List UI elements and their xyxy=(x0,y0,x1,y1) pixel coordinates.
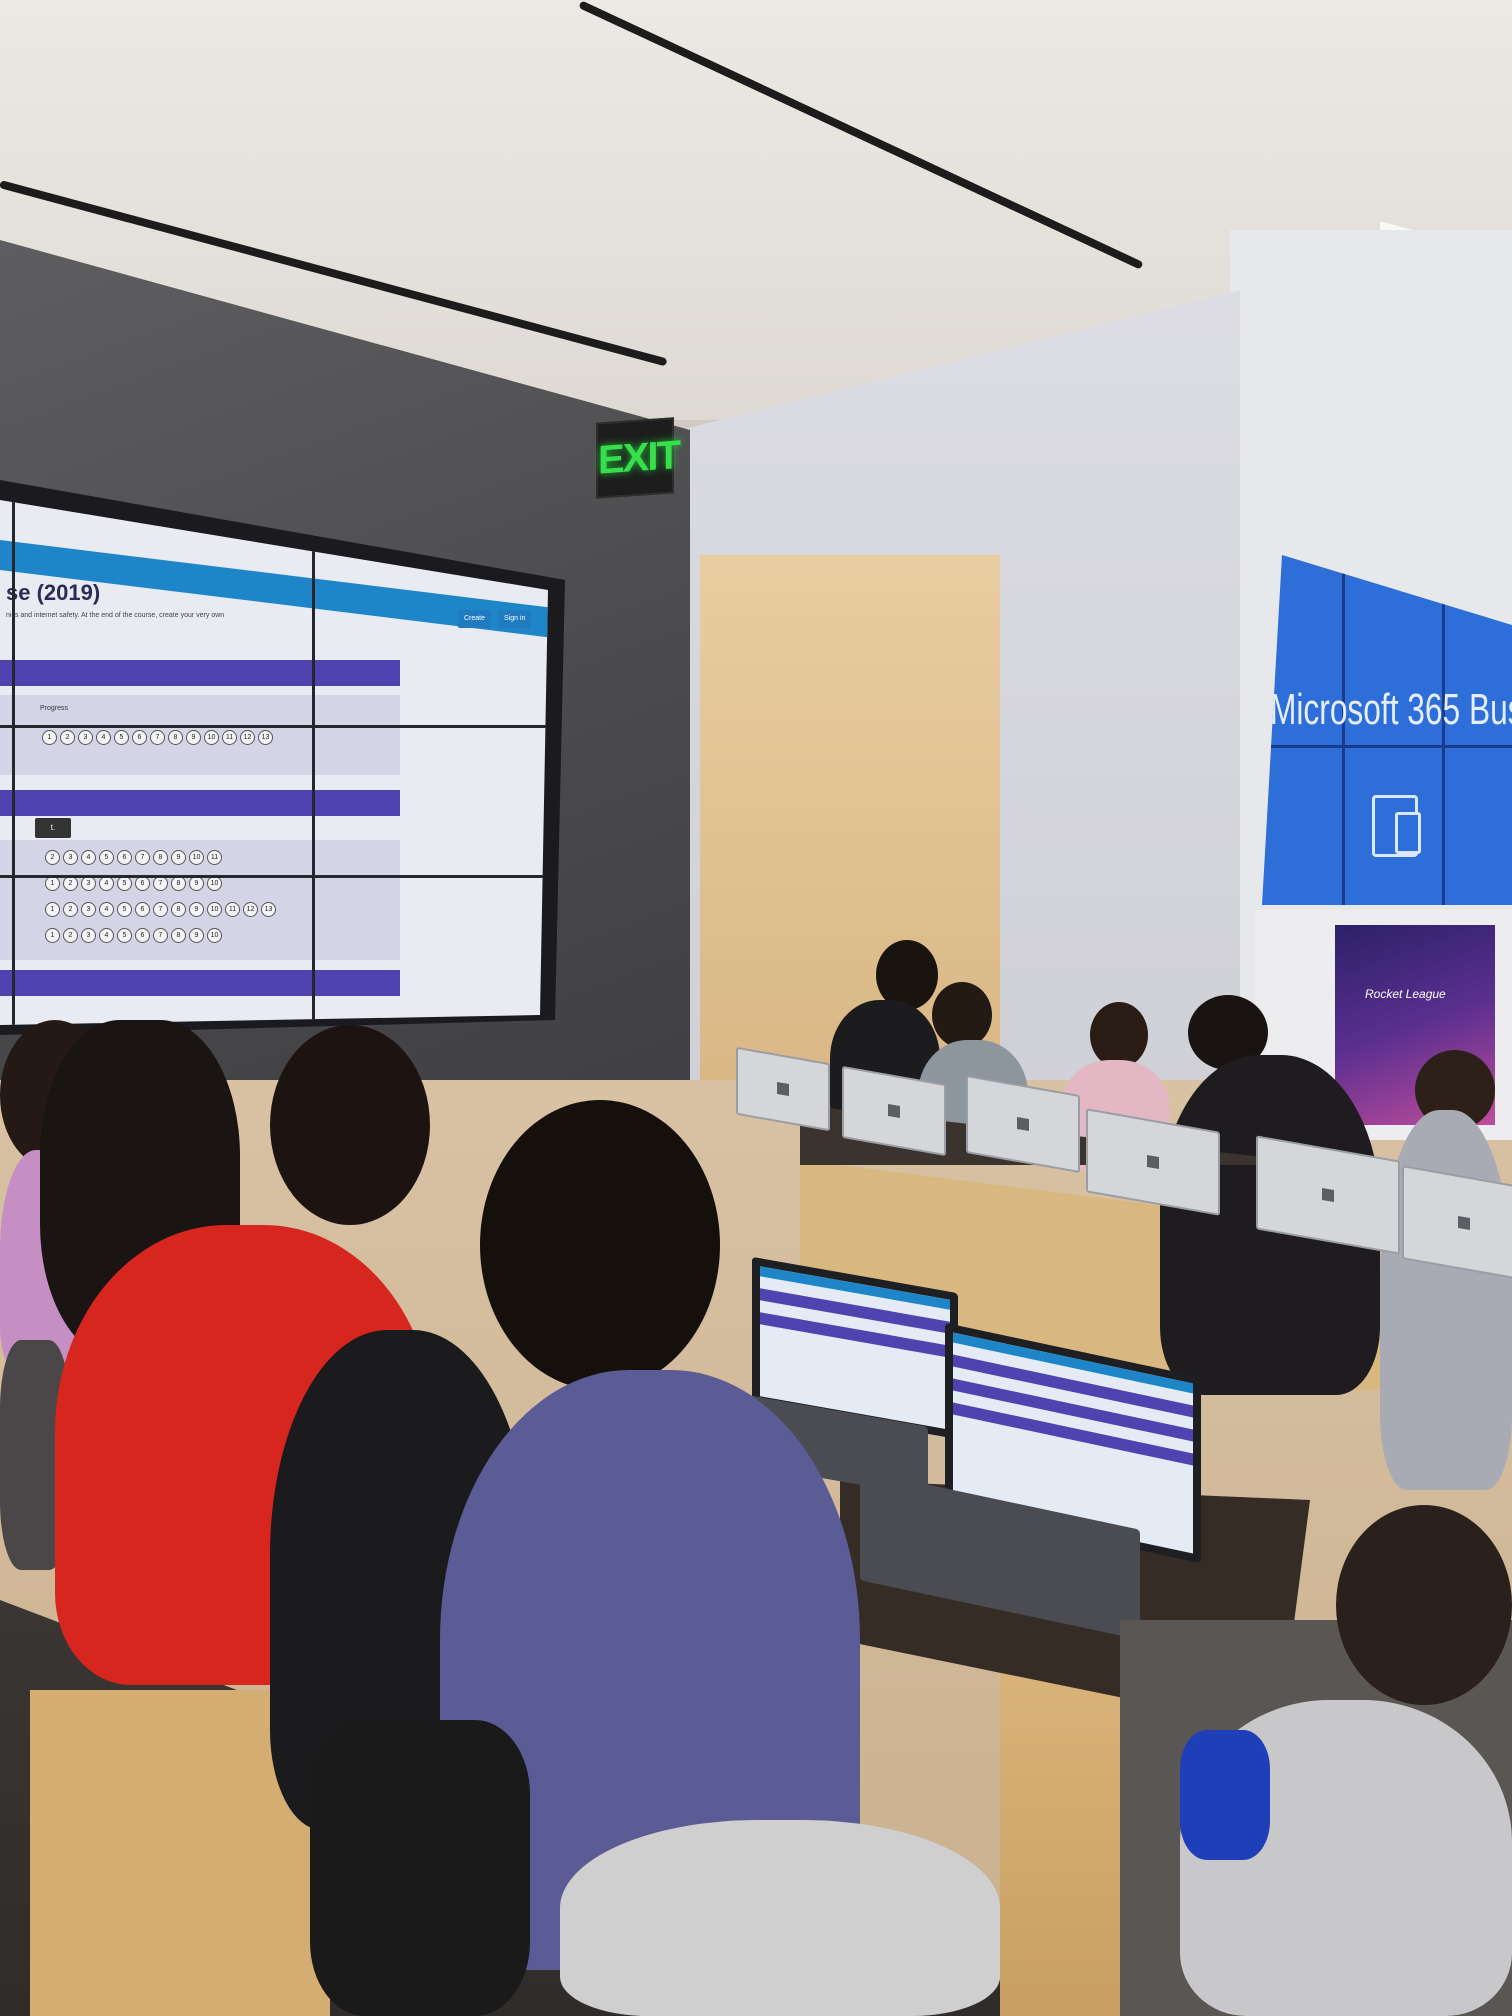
progress-step[interactable]: 8 xyxy=(171,902,186,917)
windows-logo-icon xyxy=(1017,1116,1029,1132)
progress-step[interactable]: 10 xyxy=(207,902,222,917)
person-head xyxy=(1090,1002,1148,1068)
progress-step[interactable]: 4 xyxy=(96,730,111,745)
progress-step[interactable]: 8 xyxy=(171,928,186,943)
video-badge: t. xyxy=(35,818,71,838)
progress-step[interactable]: 7 xyxy=(153,876,168,891)
progress-step[interactable]: 2 xyxy=(60,730,75,745)
progress-step[interactable]: 10 xyxy=(189,850,204,865)
progress-step[interactable]: 1 xyxy=(45,876,60,891)
progress-step[interactable]: 4 xyxy=(99,876,114,891)
progress-step[interactable]: 7 xyxy=(150,730,165,745)
create-button[interactable]: Create xyxy=(458,610,492,628)
progress-step[interactable]: 5 xyxy=(117,928,132,943)
progress-step[interactable]: 12 xyxy=(240,730,255,745)
progress-step[interactable]: 1 xyxy=(45,902,60,917)
progress-step[interactable]: 5 xyxy=(117,876,132,891)
video-wall-screen: se (2019) nics and internet safety. At t… xyxy=(0,500,548,1025)
progress-step[interactable]: 6 xyxy=(132,730,147,745)
person-head xyxy=(1336,1505,1512,1705)
progress-step[interactable]: 3 xyxy=(81,902,96,917)
progress-step[interactable]: 2 xyxy=(63,876,78,891)
progress-step[interactable]: 1 xyxy=(45,928,60,943)
progress-step[interactable]: 9 xyxy=(171,850,186,865)
progress-step[interactable]: 5 xyxy=(117,902,132,917)
person-sleeve xyxy=(1180,1730,1270,1860)
progress-step[interactable]: 5 xyxy=(99,850,114,865)
progress-step[interactable]: 5 xyxy=(114,730,129,745)
progress-panel: Progress 1 2 3 4 5 6 7 8 9 10 11 12 13 xyxy=(0,695,400,775)
course-title: se (2019) xyxy=(6,580,101,605)
lesson-panel: 2 3 4 5 6 7 8 9 10 11 1 2 3 4 5 6 7 8 9 xyxy=(0,840,400,960)
progress-step[interactable]: 10 xyxy=(207,928,222,943)
windows-logo-icon xyxy=(1147,1154,1159,1170)
progress-step[interactable]: 2 xyxy=(45,850,60,865)
windows-logo-icon xyxy=(777,1081,789,1097)
screen-bezel xyxy=(0,725,548,728)
windows-logo-icon xyxy=(1458,1215,1470,1231)
progress-row: 1 2 3 4 5 6 7 8 9 10 11 12 13 xyxy=(42,730,273,745)
progress-step[interactable]: 6 xyxy=(135,876,150,891)
progress-step[interactable]: 9 xyxy=(186,730,201,745)
windows-logo-icon xyxy=(888,1103,900,1119)
devices-icon xyxy=(1372,795,1421,857)
progress-step[interactable]: 3 xyxy=(81,928,96,943)
progress-step[interactable]: 11 xyxy=(222,730,237,745)
progress-step[interactable]: 7 xyxy=(153,928,168,943)
progress-step[interactable]: 2 xyxy=(63,928,78,943)
store-classroom-photo: EXIT se (2019) nics and internet safety.… xyxy=(0,0,1512,2016)
progress-step[interactable]: 10 xyxy=(204,730,219,745)
progress-step[interactable]: 7 xyxy=(135,850,150,865)
microsoft-365-text: Microsoft 365 Business xyxy=(1270,685,1512,734)
progress-step[interactable]: 13 xyxy=(258,730,273,745)
sign-in-button[interactable]: Sign in xyxy=(498,610,532,628)
progress-step[interactable]: 8 xyxy=(153,850,168,865)
progress-step[interactable]: 6 xyxy=(135,928,150,943)
progress-step[interactable]: 11 xyxy=(225,902,240,917)
progress-step[interactable]: 4 xyxy=(99,902,114,917)
progress-row: 1 2 3 4 5 6 7 8 9 10 xyxy=(45,876,222,891)
progress-step[interactable]: 6 xyxy=(135,902,150,917)
course-subtitle: nics and internet safety. At the end of … xyxy=(6,612,225,619)
section-band xyxy=(0,970,400,996)
progress-step[interactable]: 3 xyxy=(78,730,93,745)
display-seam xyxy=(1262,745,1512,748)
progress-step[interactable]: 8 xyxy=(171,876,186,891)
progress-step[interactable]: 4 xyxy=(81,850,96,865)
progress-step[interactable]: 11 xyxy=(207,850,222,865)
exit-sign: EXIT xyxy=(596,417,679,499)
progress-row: 1 2 3 4 5 6 7 8 9 10 11 12 13 xyxy=(45,902,276,917)
progress-step[interactable]: 4 xyxy=(99,928,114,943)
progress-step[interactable]: 6 xyxy=(117,850,132,865)
screen-bezel xyxy=(0,875,548,878)
progress-step[interactable]: 9 xyxy=(189,902,204,917)
person-head xyxy=(270,1025,430,1225)
section-band xyxy=(0,790,400,816)
progress-step[interactable]: 9 xyxy=(189,928,204,943)
person xyxy=(560,1820,1000,2016)
section-band xyxy=(0,660,400,686)
backpack xyxy=(310,1720,530,2016)
progress-label: Progress xyxy=(40,705,69,712)
progress-step[interactable]: 13 xyxy=(261,902,276,917)
poster-text: Rocket League xyxy=(1365,987,1446,1001)
progress-step[interactable]: 12 xyxy=(243,902,258,917)
progress-row: 1 2 3 4 5 6 7 8 9 10 xyxy=(45,928,222,943)
progress-step[interactable]: 3 xyxy=(63,850,78,865)
progress-step[interactable]: 1 xyxy=(42,730,57,745)
person-head xyxy=(480,1100,720,1390)
progress-step[interactable]: 10 xyxy=(207,876,222,891)
progress-row: 2 3 4 5 6 7 8 9 10 11 xyxy=(45,850,222,865)
progress-step[interactable]: 3 xyxy=(81,876,96,891)
progress-step[interactable]: 9 xyxy=(189,876,204,891)
progress-step[interactable]: 2 xyxy=(63,902,78,917)
windows-logo-icon xyxy=(1322,1187,1334,1203)
person-head xyxy=(932,982,992,1048)
progress-step[interactable]: 7 xyxy=(153,902,168,917)
screen-bezel xyxy=(12,500,15,1025)
screen-bezel xyxy=(312,500,315,1025)
progress-step[interactable]: 8 xyxy=(168,730,183,745)
